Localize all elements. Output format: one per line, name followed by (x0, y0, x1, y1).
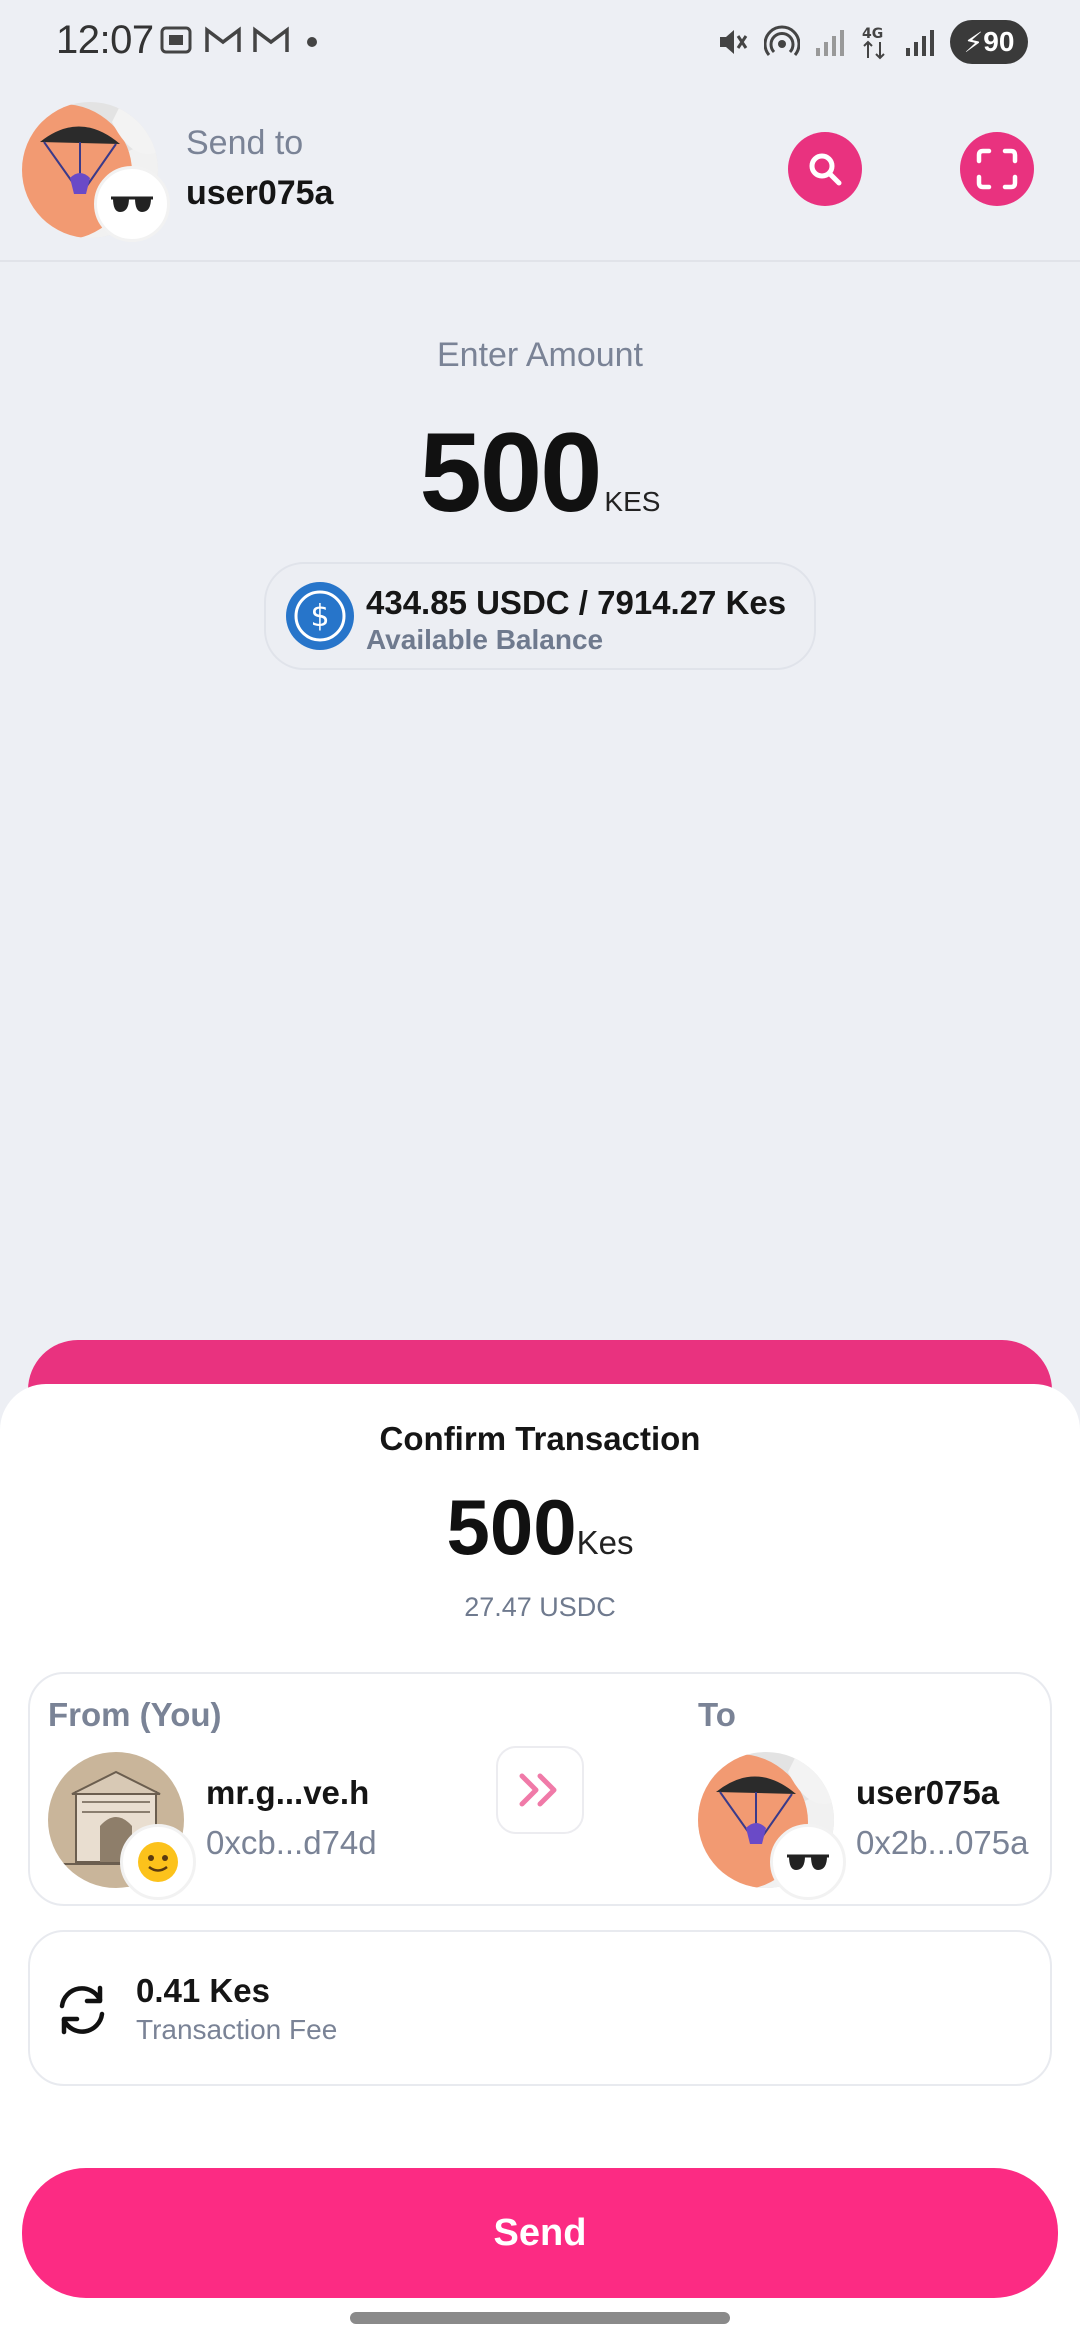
send-to-label: Send to (186, 124, 304, 162)
recipient-address: 0x2b...075a (856, 1824, 1029, 1861)
confirm-transaction-sheet: Confirm Transaction 500Kes 27.47 USDC Fr… (0, 1384, 1080, 2340)
notification-icons (158, 22, 324, 58)
from-label: From (You) (48, 1696, 222, 1733)
charging-icon: ⚡ (963, 26, 984, 58)
network-4g-icon: 4G (862, 26, 885, 60)
send-button[interactable]: Send (22, 2168, 1058, 2298)
amount-currency: KES (604, 486, 661, 517)
sunglasses-icon (787, 1854, 829, 1870)
hotspot-icon (764, 25, 800, 56)
scan-icon (976, 148, 1018, 190)
signal-icon (816, 30, 844, 56)
recipient-emoji-badge (94, 166, 170, 242)
amount-value: 500 (419, 410, 603, 535)
status-bar: 12:07 4G ⚡ 90 (0, 0, 1080, 90)
gmail-icon (205, 26, 241, 52)
home-indicator[interactable] (350, 2312, 730, 2324)
mute-icon (720, 30, 748, 54)
confirm-amount-value: 500 (446, 1483, 577, 1571)
screenshot-icon (160, 26, 192, 54)
battery-level: 90 (983, 26, 1015, 57)
sunglasses-icon (111, 196, 153, 212)
header: Send to user075a (0, 90, 1080, 262)
double-chevron-right-icon (519, 1773, 557, 1807)
recipient-name: user075a (856, 1774, 1000, 1811)
sender-name: mr.g...ve.h (206, 1774, 370, 1811)
to-label: To (698, 1696, 736, 1733)
transfer-direction (496, 1746, 584, 1834)
sheet-title: Confirm Transaction (379, 1420, 701, 1457)
usdc-icon: $ (286, 582, 354, 650)
available-balance-pill: $ 434.85 USDC / 7914.27 Kes Available Ba… (264, 562, 816, 670)
balance-amounts: 434.85 USDC / 7914.27 Kes (366, 584, 787, 621)
battery-indicator: ⚡ 90 (950, 20, 1028, 64)
confirm-amount-currency: Kes (576, 1524, 634, 1561)
svg-text:4G: 4G (862, 26, 883, 42)
system-icons: 4G ⚡ 90 (714, 20, 1028, 64)
dot-icon (307, 37, 317, 47)
search-icon (809, 153, 842, 186)
gmail-icon (253, 26, 289, 52)
scan-qr-button[interactable] (960, 132, 1034, 206)
enter-amount-label: Enter Amount (436, 336, 643, 374)
fee-label: Transaction Fee (136, 2014, 338, 2045)
amount-display[interactable]: 500 KES (0, 408, 1080, 537)
search-button[interactable] (788, 132, 862, 206)
svg-text:$: $ (310, 599, 329, 634)
status-time: 12:07 (56, 18, 154, 62)
confirm-amount: 500Kes (0, 1482, 1080, 1573)
smiley-icon (138, 1842, 178, 1882)
transaction-fee-card: 0.41 Kes Transaction Fee (28, 1930, 1052, 2086)
usdc-equivalent: 27.47 USDC (464, 1592, 616, 1622)
recipient-username: user075a (186, 174, 334, 212)
available-balance-label: Available Balance (366, 624, 604, 655)
transfer-parties-card: From (You) To mr.g...ve.h 0xcb...d74d us… (28, 1672, 1052, 1906)
sender-emoji-badge (120, 1824, 196, 1900)
recipient-emoji-badge-small (770, 1824, 846, 1900)
refresh-icon (59, 1985, 105, 2035)
fee-amount: 0.41 Kes (136, 1972, 270, 2009)
signal-icon (906, 30, 934, 56)
sender-address: 0xcb...d74d (206, 1824, 377, 1861)
